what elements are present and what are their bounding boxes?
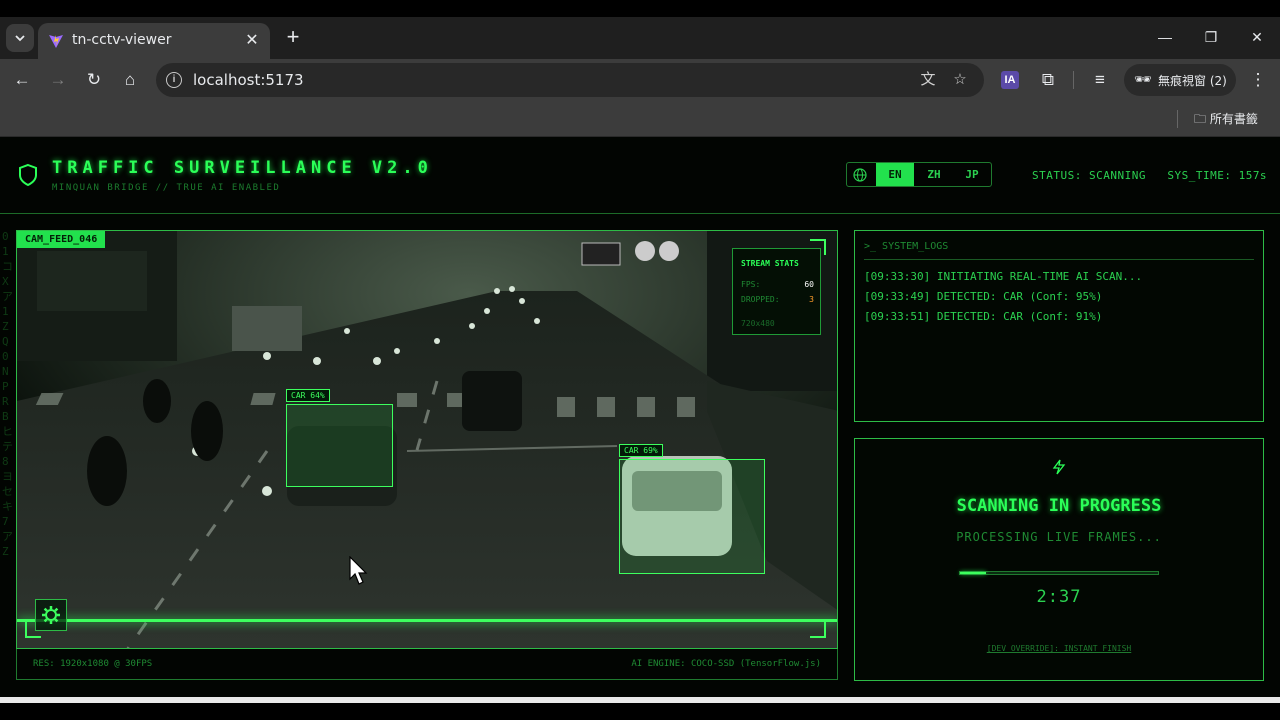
folder-icon: 🗀 bbox=[1194, 112, 1207, 126]
scan-status-subtitle: PROCESSING LIVE FRAMES... bbox=[956, 530, 1162, 544]
bottom-strip bbox=[0, 697, 1280, 720]
stream-resolution: 720x480 bbox=[741, 319, 775, 328]
fps-row: FPS: 60 bbox=[741, 280, 814, 289]
detection-label: CAR 69% bbox=[619, 444, 663, 457]
incognito-label: 無痕視窗 (2) bbox=[1158, 74, 1227, 88]
frame-corner-top-right bbox=[810, 239, 826, 255]
status-text: STATUS: SCANNING bbox=[1032, 169, 1146, 182]
reload-icon[interactable]: ↻ bbox=[81, 67, 107, 93]
dev-override-link[interactable]: [DEV_OVERRIDE]: INSTANT_FINISH bbox=[855, 644, 1263, 653]
detection-box-car-2: CAR 69% bbox=[619, 444, 765, 574]
scan-line bbox=[17, 619, 837, 622]
media-controls-icon[interactable]: ≡ bbox=[1087, 67, 1113, 93]
language-switcher: EN ZH JP bbox=[846, 162, 992, 187]
restore-icon[interactable]: ❐ bbox=[1201, 27, 1221, 47]
site-info-icon[interactable]: i bbox=[166, 72, 182, 88]
settings-button[interactable] bbox=[35, 599, 67, 631]
browser-toolbar: ← → ↻ ⌂ i localhost:5173 文 ☆ IA ⧉ ≡ 🕶 無痕… bbox=[0, 59, 1280, 101]
sys-time-text: SYS_TIME: 157s bbox=[1167, 169, 1268, 182]
scan-progress-fill bbox=[960, 572, 986, 574]
shield-icon bbox=[19, 163, 37, 187]
log-line: [09:33:51] DETECTED: CAR (Conf: 91%) bbox=[864, 310, 1103, 323]
camera-feed: CAR 64% CAR 69% CAM_FEED_046 STREAM STAT… bbox=[16, 230, 838, 649]
frame-corner-bottom-right bbox=[810, 622, 826, 638]
tab-title: tn-cctv-viewer bbox=[72, 32, 172, 48]
incognito-button[interactable]: 🕶 無痕視窗 (2) bbox=[1124, 64, 1236, 96]
app-header: TRAFFIC SURVEILLANCE V2.0 MINQUAN BRIDGE… bbox=[0, 137, 1280, 214]
chevron-down-icon bbox=[15, 35, 25, 42]
detection-box-car-1: CAR 64% bbox=[286, 389, 393, 487]
translate-icon[interactable]: 文 bbox=[918, 70, 938, 90]
more-menu-icon[interactable]: ⋮ bbox=[1245, 67, 1271, 93]
dropped-value: 3 bbox=[809, 295, 814, 304]
stream-stats-panel: STREAM STATS FPS: 60 DROPPED: 3 720x480 bbox=[732, 248, 821, 335]
bookmarks-divider bbox=[1177, 110, 1178, 128]
scan-status-panel: SCANNING IN PROGRESS PROCESSING LIVE FRA… bbox=[854, 438, 1264, 681]
system-logs-title: >_ SYSTEM_LOGS bbox=[864, 241, 1254, 260]
home-icon[interactable]: ⌂ bbox=[117, 67, 143, 93]
gear-icon bbox=[42, 606, 60, 624]
back-icon[interactable]: ← bbox=[9, 67, 35, 93]
extensions-puzzle-icon[interactable]: ⧉ bbox=[1035, 67, 1061, 93]
incognito-icon: 🕶 bbox=[1134, 71, 1152, 87]
bookmark-star-icon[interactable]: ☆ bbox=[950, 70, 970, 90]
all-bookmarks-button[interactable]: 🗀 所有書籤 bbox=[1194, 110, 1258, 131]
address-bar[interactable]: i localhost:5173 文 ☆ bbox=[156, 63, 984, 97]
fps-value: 60 bbox=[804, 280, 814, 289]
tab-search-button[interactable] bbox=[6, 24, 34, 52]
bookmarks-bar: 🗀 所有書籤 bbox=[0, 101, 1280, 137]
dropped-row: DROPPED: 3 bbox=[741, 295, 814, 304]
resolution-text: RES: 1920x1080 @ 30FPS bbox=[33, 659, 153, 669]
fps-label: FPS: bbox=[741, 280, 761, 289]
globe-icon bbox=[853, 168, 867, 182]
status-readout: STATUS: SCANNING SYS_TIME: 157s bbox=[1032, 169, 1267, 182]
app-subtitle: MINQUAN BRIDGE // TRUE AI ENABLED bbox=[52, 183, 281, 193]
close-tab-icon[interactable]: ✕ bbox=[242, 31, 262, 51]
top-strip bbox=[0, 0, 1280, 17]
app-title: TRAFFIC SURVEILLANCE V2.0 bbox=[52, 158, 433, 178]
log-line: [09:33:49] DETECTED: CAR (Conf: 95%) bbox=[864, 290, 1103, 303]
stream-stats-title: STREAM STATS bbox=[741, 259, 799, 268]
new-tab-button[interactable]: + bbox=[282, 26, 304, 48]
scan-status-title: SCANNING IN PROGRESS bbox=[956, 496, 1162, 516]
scan-countdown: 2:37 bbox=[1036, 587, 1082, 607]
close-window-icon[interactable]: ✕ bbox=[1247, 27, 1267, 47]
matrix-rain-decoration: 01コXア1ZQ0NPRBヒテ8ヨセキ7アZ bbox=[2, 230, 13, 558]
tab-bar: tn-cctv-viewer ✕ + — ❐ ✕ bbox=[0, 17, 1280, 59]
toolbar-divider bbox=[1073, 71, 1074, 89]
log-line: [09:33:30] INITIATING REAL-TIME AI SCAN.… bbox=[864, 270, 1143, 283]
mouse-cursor-icon bbox=[349, 556, 368, 585]
lightning-icon bbox=[1052, 459, 1066, 475]
camera-feed-footer: RES: 1920x1080 @ 30FPS AI ENGINE: COCO-S… bbox=[16, 649, 838, 680]
browser-tab[interactable]: tn-cctv-viewer ✕ bbox=[38, 23, 270, 59]
lang-en-button[interactable]: EN bbox=[876, 163, 914, 186]
dropped-label: DROPPED: bbox=[741, 295, 780, 304]
camera-id-badge: CAM_FEED_046 bbox=[17, 231, 106, 248]
scan-progress-bar bbox=[959, 571, 1159, 575]
url-text: localhost:5173 bbox=[193, 71, 304, 89]
app-root: 01コXア1ZQ0NPRBヒテ8ヨセキ7アZ TRAFFIC SURVEILLA… bbox=[0, 137, 1280, 697]
forward-icon[interactable]: → bbox=[45, 67, 71, 93]
ai-engine-text: AI ENGINE: COCO-SSD (TensorFlow.js) bbox=[631, 659, 821, 669]
bottom-bar bbox=[0, 697, 1280, 703]
all-bookmarks-label: 所有書籤 bbox=[1209, 112, 1258, 126]
lang-jp-button[interactable]: JP bbox=[953, 163, 991, 186]
vite-logo-icon bbox=[49, 35, 63, 48]
extension-ia-icon[interactable]: IA bbox=[1001, 71, 1019, 89]
lang-zh-button[interactable]: ZH bbox=[915, 163, 953, 186]
traffic-scene bbox=[17, 231, 837, 648]
system-logs-panel: >_ SYSTEM_LOGS [09:33:30] INITIATING REA… bbox=[854, 230, 1264, 422]
detection-label: CAR 64% bbox=[286, 389, 330, 402]
minimize-icon[interactable]: — bbox=[1155, 27, 1175, 47]
